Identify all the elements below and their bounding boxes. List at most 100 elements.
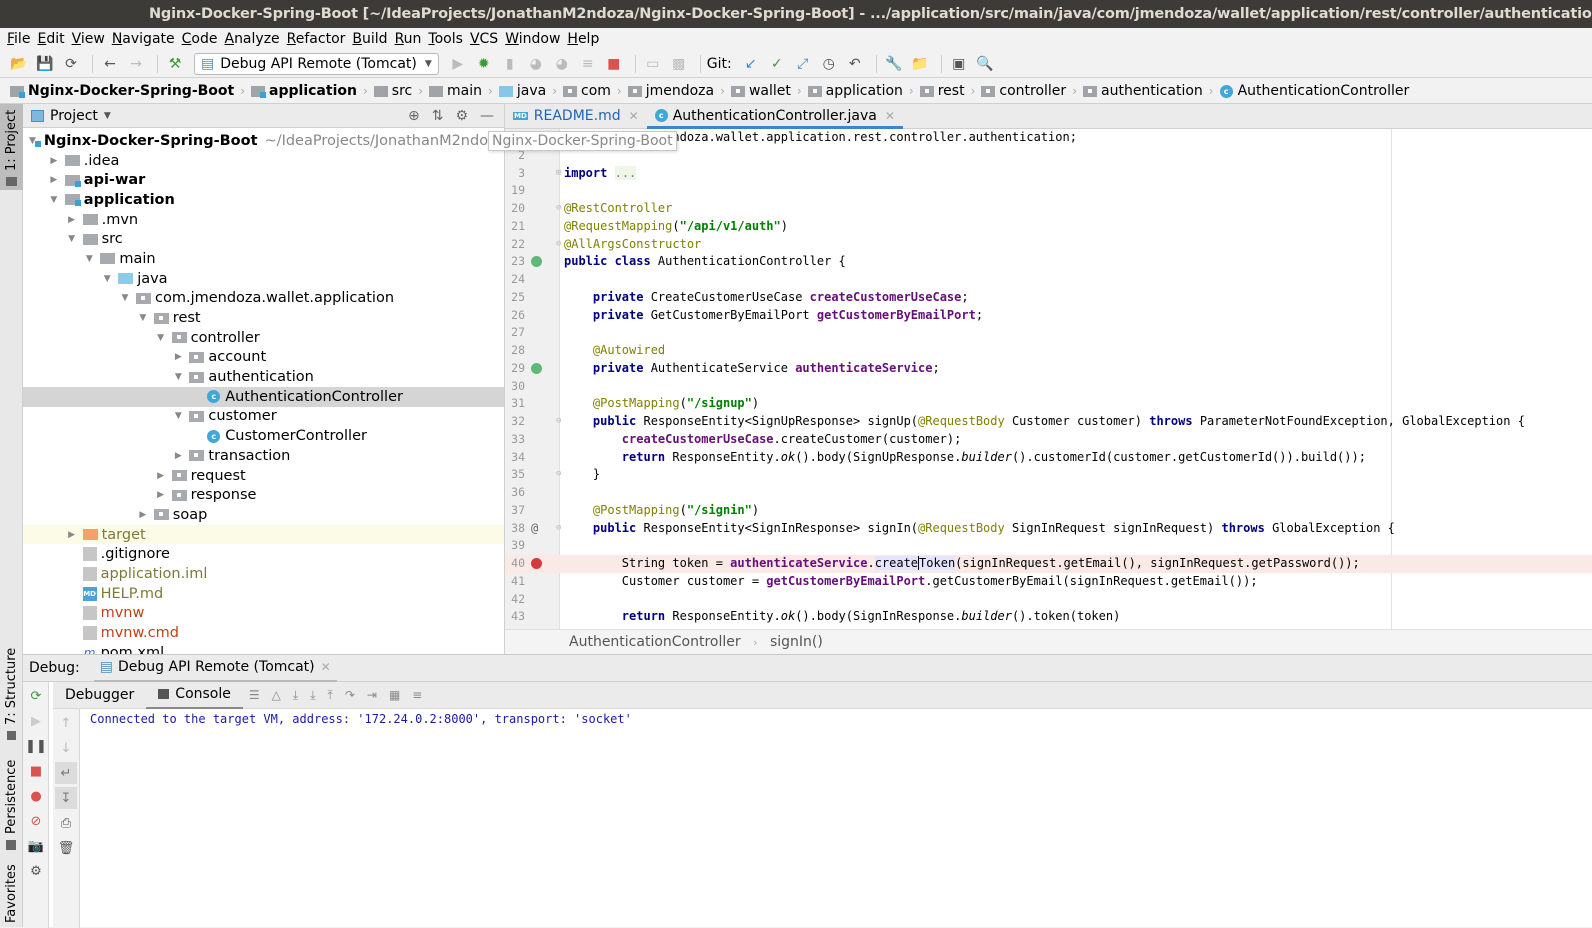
code-line[interactable]: 32 ⊖ public ResponseEntity<SignUpResponse…	[505, 413, 1592, 431]
step-into-icon[interactable]: ⤓	[310, 688, 315, 703]
project-structure-icon[interactable]: 📁	[909, 53, 931, 75]
step-over-icon[interactable]: ⤓	[293, 688, 298, 703]
breadcrumb-item[interactable]: wallet	[730, 83, 791, 99]
code-line[interactable]: 36	[505, 484, 1592, 502]
tree-item[interactable]: ▶ soap	[23, 505, 504, 525]
stop-icon[interactable]: ■	[25, 760, 47, 782]
tree-item[interactable]: MD HELP.md	[23, 584, 504, 604]
resume-icon[interactable]: ▶	[25, 710, 47, 732]
stop-icon[interactable]: ■	[603, 53, 625, 75]
rerun-icon[interactable]: ⟳	[25, 685, 47, 707]
code-line[interactable]: 28 @Autowired	[505, 342, 1592, 360]
fold-icon[interactable]: ⊖	[556, 466, 561, 484]
expand-arrow-icon[interactable]: ▼	[154, 333, 168, 343]
code-line[interactable]: 41 Customer customer = getCustomerByEmai…	[505, 573, 1592, 591]
line-number[interactable]: 41	[505, 573, 525, 591]
git-history-icon[interactable]: ◷	[818, 53, 840, 75]
breadcrumb-item[interactable]: application	[807, 83, 903, 99]
crumb-class[interactable]: AuthenticationController	[569, 634, 741, 650]
expand-arrow-icon[interactable]: ▶	[65, 530, 79, 540]
step-out-icon[interactable]: ⤒	[328, 688, 333, 703]
evaluate-icon[interactable]: ▦	[389, 688, 400, 702]
menu-refactor[interactable]: Refactor	[287, 31, 346, 47]
editor-tab[interactable]: c AuthenticationController.java ✕	[646, 103, 904, 129]
line-number[interactable]: 24	[505, 271, 525, 289]
build-icon[interactable]: ⚒	[164, 53, 186, 75]
breadcrumb-item[interactable]: authentication	[1083, 83, 1203, 99]
run-to-cursor-icon[interactable]: ⇥	[367, 688, 377, 702]
attach-icon[interactable]: ▭	[642, 53, 664, 75]
code-line[interactable]: 23 public class AuthenticationController …	[505, 253, 1592, 271]
menu-code[interactable]: Code	[182, 31, 218, 47]
code-line[interactable]: 3 ⊞ import ...	[505, 165, 1592, 183]
git-revert-icon[interactable]: ↶	[844, 53, 866, 75]
menu-run[interactable]: Run	[395, 31, 422, 47]
drop-frame-icon[interactable]: ↷	[345, 688, 355, 702]
sync-icon[interactable]: ⟳	[60, 53, 82, 75]
code-line[interactable]: 25 private CreateCustomerUseCase createC…	[505, 289, 1592, 307]
line-number[interactable]: 34	[505, 449, 525, 467]
view-breakpoints-icon[interactable]: ●	[25, 785, 47, 807]
menu-analyze[interactable]: Analyze	[224, 31, 279, 47]
mapping-icon[interactable]: @	[531, 520, 542, 535]
tree-item[interactable]: ▼ src	[23, 229, 504, 249]
line-number[interactable]: 37	[505, 502, 525, 520]
code-line[interactable]: 42	[505, 591, 1592, 609]
line-number[interactable]: 29	[505, 360, 525, 378]
expand-arrow-icon[interactable]: ▼	[47, 195, 61, 205]
open-icon[interactable]: 📂	[8, 53, 30, 75]
line-number[interactable]: 30	[505, 378, 525, 396]
menu-help[interactable]: Help	[567, 31, 599, 47]
gear-icon[interactable]: ⚙	[455, 108, 468, 124]
down-icon[interactable]: ↓	[55, 737, 77, 759]
trace-icon[interactable]: ≡	[412, 688, 422, 702]
project-view-selector[interactable]: Project	[50, 108, 98, 124]
breadcrumb-item[interactable]: rest	[919, 83, 965, 99]
line-number[interactable]: 27	[505, 324, 525, 342]
expand-arrow-icon[interactable]: ▶	[136, 510, 150, 520]
code-line[interactable]: 26 private GetCustomerByEmailPort getCus…	[505, 307, 1592, 325]
profile-icon[interactable]: ◕	[525, 53, 547, 75]
breakpoint-icon[interactable]	[531, 558, 542, 569]
step-icon[interactable]: ≡	[577, 53, 599, 75]
menu-tools[interactable]: Tools	[428, 31, 463, 47]
breadcrumb-item[interactable]: Nginx-Docker-Spring-Boot	[10, 83, 234, 99]
code-line[interactable]: 30	[505, 378, 1592, 396]
code-area[interactable]: 1package com.jmendoza.wallet.application…	[505, 129, 1592, 629]
tree-item[interactable]: c CustomerController	[23, 426, 504, 446]
code-line[interactable]: 29 private AuthenticateService authentic…	[505, 360, 1592, 378]
line-number[interactable]: 20	[505, 200, 525, 218]
tree-root[interactable]: ▼ Nginx-Docker-Spring-Boot ~/IdeaProject…	[23, 131, 504, 151]
print-icon[interactable]: ⎙	[55, 812, 77, 834]
locate-icon[interactable]: ⊕	[408, 108, 420, 124]
fold-icon[interactable]: ⊖	[556, 413, 561, 431]
run-icon[interactable]: ▶	[447, 53, 469, 75]
line-number[interactable]: 39	[505, 537, 525, 555]
code-line[interactable]: 43 return ResponseEntity.ok().body(SignI…	[505, 608, 1592, 626]
run-config-select[interactable]: ▤ Debug API Remote (Tomcat) ▼	[194, 52, 439, 75]
debug-icon[interactable]: ✹	[473, 53, 495, 75]
code-line[interactable]: 20 ⊖ @RestController	[505, 200, 1592, 218]
line-number[interactable]: 31	[505, 395, 525, 413]
tree-item[interactable]: ▼ controller	[23, 328, 504, 348]
expand-arrow-icon[interactable]: ▼	[118, 293, 132, 303]
line-number[interactable]: 40	[505, 555, 525, 573]
line-number[interactable]: 26	[505, 307, 525, 325]
breadcrumb-item[interactable]: c AuthenticationController	[1219, 83, 1409, 99]
show-execution-point-icon[interactable]: △	[272, 688, 281, 702]
tree-item[interactable]: mvnw	[23, 604, 504, 624]
menu-navigate[interactable]: Navigate	[112, 31, 175, 47]
soft-wrap-icon[interactable]: ↵	[55, 762, 77, 784]
breadcrumb-item[interactable]: jmendoza	[627, 83, 714, 99]
line-number[interactable]: 43	[505, 608, 525, 626]
camera-icon[interactable]: 📷	[25, 835, 47, 857]
tree-item[interactable]: .gitignore	[23, 544, 504, 564]
line-number[interactable]: 3	[505, 165, 525, 183]
tree-item[interactable]: ▶ .idea	[23, 151, 504, 171]
breadcrumb-item[interactable]: application	[251, 83, 357, 99]
expand-arrow-icon[interactable]: ▶	[171, 451, 185, 461]
forward-icon[interactable]: →	[125, 53, 147, 75]
expand-arrow-icon[interactable]: ▶	[154, 490, 168, 500]
trash-icon[interactable]: 🗑	[55, 837, 77, 859]
gear-icon[interactable]: ⚙	[25, 860, 47, 882]
